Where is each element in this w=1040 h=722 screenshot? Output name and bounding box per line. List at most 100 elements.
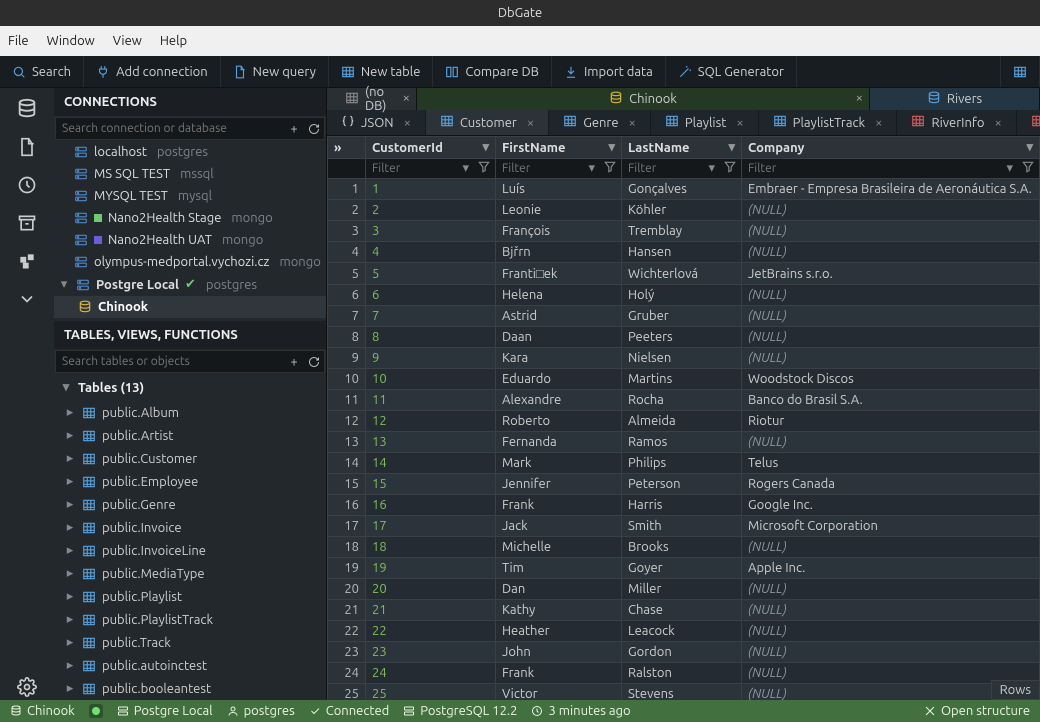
cell[interactable]: Victor [496,684,622,701]
table-row[interactable]: 1515JenniferPetersonRogers Canada [328,474,1040,495]
cell[interactable]: Kathy [496,600,622,621]
cell[interactable]: Banco do Brasil S.A. [742,390,1040,411]
data-grid[interactable]: »CustomerId▾FirstName▾LastName▾Company▾ … [327,136,1040,700]
db-tab-chinook[interactable]: Chinook× [417,88,870,110]
cell[interactable]: (NULL) [742,432,1040,453]
refresh-button[interactable] [304,119,324,139]
connections-search-input[interactable] [56,118,284,139]
toolbar-right-table[interactable] [1000,56,1040,87]
cell[interactable]: 11 [366,390,496,411]
chevron-down-icon[interactable]: ▾ [728,140,735,155]
table-item[interactable]: ▸public.Artist [54,424,326,447]
funnel-icon[interactable] [719,160,741,177]
cell[interactable]: Kara [496,348,622,369]
cell[interactable]: 19 [366,558,496,579]
cell[interactable]: Tim [496,558,622,579]
toolbar-add-connection[interactable]: Add connection [84,56,221,87]
cell[interactable]: (NULL) [742,348,1040,369]
object-tab[interactable]: RiverInfo× [897,110,1016,135]
cell[interactable]: Alexandre [496,390,622,411]
cell[interactable]: Frank [496,663,622,684]
cell[interactable]: Holý [622,285,742,306]
close-icon[interactable]: × [527,116,534,130]
cell[interactable]: (NULL) [742,327,1040,348]
object-tab[interactable]: Customer× [426,110,549,135]
table-row[interactable]: 1414MarkPhilipsTelus [328,453,1040,474]
cell[interactable]: Nielsen [622,348,742,369]
table-row[interactable]: 1313FernandaRamos(NULL) [328,432,1040,453]
close-icon[interactable]: × [404,116,411,130]
table-row[interactable]: 2525VictorStevens(NULL) [328,684,1040,701]
menu-window[interactable]: Window [47,34,95,48]
table-row[interactable]: 1717JackSmithMicrosoft Corporation [328,516,1040,537]
cell[interactable]: Riotur [742,411,1040,432]
chevron-down-icon[interactable]: ▾ [584,161,599,176]
cell[interactable]: 23 [366,642,496,663]
status-open-structure[interactable]: Open structure [924,704,1030,718]
objects-search-input[interactable] [56,351,284,372]
status-db[interactable]: Chinook [10,704,75,718]
table-row[interactable]: 2222HeatherLeacock(NULL) [328,621,1040,642]
table-item[interactable]: ▸public.Customer [54,447,326,470]
cell[interactable]: 3 [366,221,496,242]
cell[interactable]: Peterson [622,474,742,495]
cell[interactable]: (NULL) [742,642,1040,663]
table-item[interactable]: ▸public.PlaylistTrack [54,608,326,631]
table-item[interactable]: ▸public.Employee [54,470,326,493]
cell[interactable]: Peeters [622,327,742,348]
table-row[interactable]: 66HelenaHolý(NULL) [328,285,1040,306]
chevron-down-icon[interactable]: ▾ [458,161,473,176]
cell[interactable]: Ralston [622,663,742,684]
column-header[interactable]: Company▾ [742,137,1040,159]
cell[interactable]: Mark [496,453,622,474]
chevron-down-icon[interactable]: ▾ [1002,161,1017,176]
chevron-down-icon[interactable]: ▾ [608,140,615,155]
rail-database-icon[interactable] [14,96,40,122]
cell[interactable]: (NULL) [742,306,1040,327]
cell[interactable]: 12 [366,411,496,432]
cell[interactable]: Philips [622,453,742,474]
status-toggle[interactable] [89,704,103,718]
table-row[interactable]: 55Franti□ekWichterlováJetBrains s.r.o. [328,263,1040,285]
cell[interactable]: 18 [366,537,496,558]
toolbar-new-query[interactable]: New query [221,56,329,87]
cell[interactable]: Eduardo [496,369,622,390]
cell[interactable]: 14 [366,453,496,474]
cell[interactable]: Woodstock Discos [742,369,1040,390]
rail-chevron-icon[interactable] [14,286,40,312]
close-icon[interactable]: × [994,116,1001,130]
table-row[interactable]: 2121KathyChase(NULL) [328,600,1040,621]
cell[interactable]: Google Inc. [742,495,1040,516]
object-tab[interactable]: Sec [1017,110,1040,135]
table-item[interactable]: ▸public.booleantest [54,677,326,700]
funnel-icon[interactable] [599,160,621,177]
db-tab-nodb[interactable]: (no DB)× [327,88,417,110]
cell[interactable]: 21 [366,600,496,621]
table-row[interactable]: 88DaanPeeters(NULL) [328,327,1040,348]
cell[interactable]: Gordon [622,642,742,663]
cell[interactable]: Apple Inc. [742,558,1040,579]
table-row[interactable]: 1212RobertoAlmeidaRiotur [328,411,1040,432]
database-item[interactable]: Chinook [54,296,326,318]
cell[interactable]: (NULL) [742,600,1040,621]
cell[interactable]: Luís [496,179,622,200]
menu-view[interactable]: View [113,34,142,48]
cell[interactable]: Frank [496,495,622,516]
object-tab[interactable]: PlaylistTrack× [759,110,898,135]
cell[interactable]: Leacock [622,621,742,642]
refresh-button[interactable] [304,352,324,372]
cell[interactable]: 4 [366,242,496,263]
cell[interactable]: Roberto [496,411,622,432]
close-icon[interactable]: × [856,91,863,105]
table-row[interactable]: 2020DanMiller(NULL) [328,579,1040,600]
cell[interactable]: Rogers Canada [742,474,1040,495]
table-item[interactable]: ▸public.Invoice [54,516,326,539]
cell[interactable]: Helena [496,285,622,306]
cell[interactable]: Fernanda [496,432,622,453]
cell[interactable]: (NULL) [742,200,1040,221]
connection-item[interactable]: MYSQL TESTmysql [54,185,326,207]
toolbar-import-data[interactable]: Import data [552,56,666,87]
cell[interactable]: 5 [366,263,496,285]
cell[interactable]: Brooks [622,537,742,558]
chevron-down-icon[interactable]: ▾ [704,161,719,176]
